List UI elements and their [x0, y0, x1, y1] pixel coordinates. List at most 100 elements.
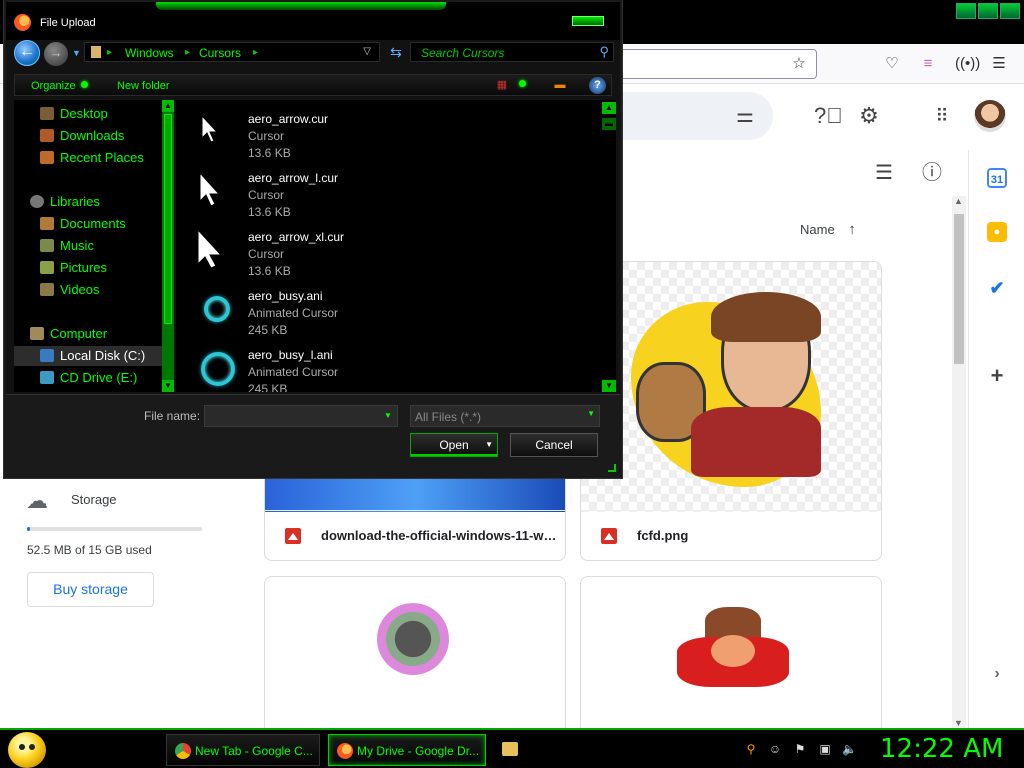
file-item[interactable]: aero_arrow_xl.cur Cursor 13.6 KB [176, 218, 596, 278]
firefox-icon [14, 14, 31, 31]
file-item[interactable]: aero_busy.ani Animated Cursor 245 KB [176, 277, 596, 337]
cancel-button[interactable]: Cancel [510, 433, 598, 457]
recent-locations-dropdown-icon[interactable]: ▼ [72, 48, 81, 58]
chrome-icon [175, 743, 191, 759]
nav-item-downloads[interactable]: Downloads [14, 126, 164, 146]
help-icon[interactable]: ? [589, 77, 606, 94]
file-type-filter[interactable]: All Files (*.*) ▼ [410, 405, 600, 427]
info-icon[interactable]: ⓘ [920, 161, 944, 185]
forward-arrow-icon[interactable]: → [44, 42, 68, 66]
refresh-icon[interactable]: ⇆ [386, 43, 406, 61]
scroll-thumb[interactable] [164, 114, 172, 324]
view-options-icon[interactable]: ▦ [493, 77, 511, 93]
help-icon[interactable]: ?⃝ [814, 104, 843, 128]
resize-grip[interactable] [608, 464, 616, 472]
maximize-button[interactable] [978, 3, 998, 19]
new-folder-button[interactable]: New folder [117, 80, 170, 92]
nav-item-pictures[interactable]: Pictures [14, 258, 164, 278]
search-options-icon[interactable]: ⚌ [733, 104, 757, 128]
file-name-label: File name: [144, 409, 201, 423]
address-breadcrumb[interactable]: ▸ Windows ▸ Cursors ▸ ▽ [84, 42, 380, 62]
drive-search-bar[interactable]: ⚌ [620, 92, 773, 140]
breadcrumb-cursors[interactable]: Cursors [199, 46, 241, 60]
music-icon [40, 239, 54, 252]
scroll-down-arrow[interactable]: ▼ [954, 718, 963, 728]
add-addon-icon[interactable]: + [987, 365, 1007, 387]
search-cursors-input[interactable]: Search Cursors ⚲ [410, 42, 614, 62]
scroll-thumb[interactable] [954, 214, 964, 364]
nav-item-cd-drive[interactable]: CD Drive (E:) [14, 368, 164, 388]
file-list-scrollbar[interactable]: ▲ ▬ ▼ [602, 102, 616, 392]
minimize-button[interactable] [956, 3, 976, 19]
file-name-field[interactable]: ▼ [204, 405, 398, 427]
page-scrollbar[interactable]: ▲ ▼ [952, 196, 966, 728]
dialog-titlebar[interactable]: File Upload [6, 2, 620, 40]
bookmark-star-icon[interactable]: ☆ [790, 55, 808, 73]
scroll-down-arrow[interactable]: ▼ [602, 380, 616, 392]
buy-storage-button[interactable]: Buy storage [27, 572, 154, 607]
breadcrumb-windows[interactable]: Windows [125, 46, 174, 60]
calendar-icon[interactable]: 31 [987, 168, 1007, 188]
scroll-up-arrow[interactable]: ▲ [954, 196, 963, 206]
nav-item-libraries[interactable]: Libraries [14, 192, 164, 212]
file-name: fcfd.png [637, 528, 689, 543]
nav-item-videos[interactable]: Videos [14, 280, 164, 300]
volume-icon[interactable]: 🔈 [842, 742, 857, 756]
organize-menu[interactable]: Organize [31, 80, 88, 92]
network-icon[interactable]: ▣ [818, 742, 832, 756]
extension-flag-icon[interactable]: ≡ [919, 55, 937, 73]
file-item[interactable]: aero_arrow.cur Cursor 13.6 KB [176, 100, 596, 160]
nav-label: Libraries [50, 194, 100, 209]
search-tray-icon[interactable]: ⚲ [744, 742, 758, 756]
back-arrow-icon[interactable]: ← [14, 40, 40, 66]
file-card-3[interactable] [264, 576, 566, 736]
nav-item-recent-places[interactable]: Recent Places [14, 148, 164, 168]
sort-by-name[interactable]: Name ↑ [800, 221, 856, 238]
settings-gear-icon[interactable]: ⚙ [857, 104, 881, 128]
menu-icon[interactable]: ☰ [990, 55, 1008, 73]
view-dropdown-icon[interactable] [513, 77, 531, 93]
close-button[interactable] [1000, 3, 1020, 19]
dialog-close-button[interactable] [572, 16, 604, 26]
chevron-down-icon[interactable]: ▼ [381, 408, 395, 424]
hard-drive-icon [40, 349, 54, 362]
file-item[interactable]: aero_arrow_l.cur Cursor 13.6 KB [176, 159, 596, 219]
scroll-up-arrow[interactable]: ▲ [162, 100, 174, 112]
nav-item-documents[interactable]: Documents [14, 214, 164, 234]
navigation-scrollbar[interactable]: ▲ ▼ [162, 100, 174, 392]
url-bar[interactable]: ☆ [620, 49, 817, 79]
emoji-tray-icon[interactable]: ☺ [768, 742, 782, 756]
open-split-dropdown-icon[interactable]: ▼ [485, 434, 493, 456]
action-center-flag-icon[interactable]: ⚑ [793, 742, 807, 756]
preview-pane-icon[interactable]: ▬ [551, 77, 569, 93]
file-card-4[interactable] [580, 576, 882, 736]
nav-item-music[interactable]: Music [14, 236, 164, 256]
search-icon[interactable]: ⚲ [599, 44, 609, 60]
account-avatar[interactable] [974, 100, 1006, 132]
scroll-down-arrow[interactable]: ▼ [162, 380, 174, 392]
nav-item-local-disk[interactable]: Local Disk (C:) [14, 346, 164, 366]
file-card-fcfd[interactable]: fcfd.png [580, 261, 882, 561]
file-name-input[interactable] [207, 407, 377, 425]
taskbar-firefox-drive[interactable]: My Drive - Google Dr... [328, 734, 486, 766]
chevron-right-icon[interactable]: › [987, 664, 1007, 684]
start-button[interactable] [8, 732, 46, 768]
apps-grid-icon[interactable]: ⠿ [930, 104, 954, 128]
tasks-icon[interactable]: ✔ [987, 278, 1007, 298]
keep-icon[interactable]: ● [987, 222, 1007, 242]
open-button[interactable]: Open ▼ [410, 433, 498, 457]
taskbar-chrome-new-tab[interactable]: New Tab - Google C... [166, 734, 320, 766]
nav-item-desktop[interactable]: Desktop [14, 104, 164, 124]
pocket-icon[interactable]: ♡ [883, 55, 901, 73]
filter-value: All Files (*.*) [415, 410, 482, 424]
file-item[interactable]: aero_busy_l.ani Animated Cursor 245 KB [176, 336, 596, 392]
file-explorer-icon[interactable] [502, 742, 518, 756]
nav-item-computer[interactable]: Computer [14, 324, 164, 344]
address-dropdown-icon[interactable]: ▽ [363, 46, 371, 57]
list-view-icon[interactable]: ☰ [872, 161, 896, 185]
reader-icon[interactable]: ((•)) [955, 55, 980, 73]
scroll-up-arrow[interactable]: ▲ [602, 102, 616, 114]
scroll-thumb[interactable]: ▬ [602, 118, 616, 130]
file-type: Cursor [248, 247, 285, 261]
taskbar-clock[interactable]: 12:22 AM [880, 734, 1003, 764]
